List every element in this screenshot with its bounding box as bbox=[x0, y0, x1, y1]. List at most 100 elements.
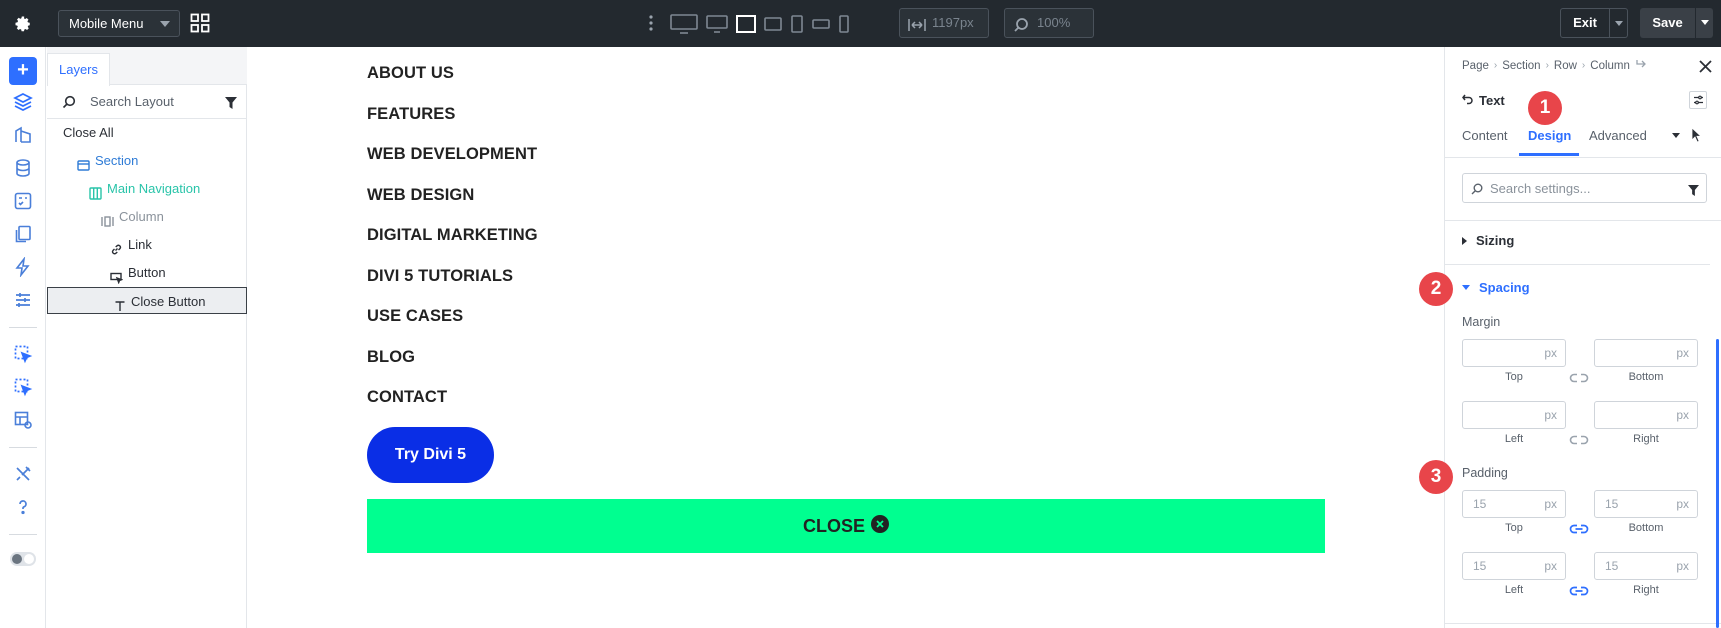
close-all-button[interactable]: Close All bbox=[47, 119, 247, 146]
layer-item-main-navigation[interactable]: Main Navigation bbox=[47, 175, 247, 202]
desktop-wide-icon[interactable] bbox=[670, 11, 698, 37]
hover-mode-icon[interactable] bbox=[11, 375, 35, 399]
desktop-icon[interactable] bbox=[706, 11, 728, 37]
library-icon[interactable] bbox=[11, 123, 35, 147]
padding-left-caption: Left bbox=[1504, 584, 1524, 596]
filter-icon[interactable] bbox=[1688, 183, 1699, 201]
page-select-value: Mobile Menu bbox=[69, 16, 144, 31]
nav-link-blog[interactable]: BLOG bbox=[367, 348, 415, 367]
sizing-group-label: Sizing bbox=[1476, 233, 1515, 248]
exit-options-button[interactable] bbox=[1610, 8, 1628, 38]
add-module-button[interactable]: + bbox=[9, 57, 37, 85]
spacing-group-toggle[interactable]: Spacing bbox=[1462, 280, 1530, 295]
settings-search-input[interactable]: Search settings... bbox=[1462, 173, 1707, 203]
nav-link-features[interactable]: FEATURES bbox=[367, 105, 456, 124]
laptop-active-icon[interactable] bbox=[736, 11, 756, 37]
pages-icon[interactable] bbox=[11, 222, 35, 246]
wireframe-icon[interactable] bbox=[11, 408, 35, 432]
tab-content[interactable]: Content bbox=[1462, 128, 1508, 143]
linked-icon[interactable] bbox=[1569, 584, 1589, 602]
margin-top-input[interactable]: px bbox=[1462, 339, 1566, 367]
nav-link-divi-5-tutorials[interactable]: DIVI 5 TUTORIALS bbox=[367, 267, 513, 286]
page-select[interactable]: Mobile Menu bbox=[58, 10, 180, 37]
help-icon[interactable] bbox=[11, 495, 35, 519]
exit-button[interactable]: Exit bbox=[1560, 8, 1610, 38]
chevron-right-icon: › bbox=[1493, 60, 1498, 71]
unit-label: px bbox=[1544, 497, 1557, 511]
breadcrumb-page[interactable]: Page bbox=[1462, 60, 1489, 72]
database-icon[interactable] bbox=[11, 156, 35, 180]
breadcrumb-section[interactable]: Section bbox=[1502, 60, 1540, 72]
tab-advanced[interactable]: Advanced bbox=[1589, 128, 1647, 143]
layers-icon[interactable] bbox=[11, 90, 35, 114]
more-tabs-chevron-icon[interactable] bbox=[1672, 133, 1680, 138]
close-circle-icon bbox=[871, 514, 889, 538]
canvas-width-input[interactable]: 1197px bbox=[899, 8, 989, 38]
breadcrumb-column[interactable]: Column bbox=[1590, 60, 1630, 72]
settings-search-placeholder: Search settings... bbox=[1490, 181, 1591, 196]
layers-search[interactable]: Search Layout bbox=[47, 85, 247, 119]
margin-bottom-input[interactable]: px bbox=[1594, 339, 1698, 367]
linked-icon[interactable] bbox=[1569, 522, 1589, 540]
tools-icon[interactable] bbox=[11, 462, 35, 486]
grid-icon[interactable] bbox=[190, 13, 210, 33]
layer-item-button[interactable]: Button bbox=[47, 259, 247, 286]
margin-top-caption: Top bbox=[1505, 371, 1523, 383]
return-arrow-icon[interactable] bbox=[1635, 59, 1647, 72]
settings-gear-icon[interactable] bbox=[10, 11, 36, 37]
padding-left-input[interactable]: 15 px bbox=[1462, 552, 1566, 580]
unlinked-icon[interactable] bbox=[1569, 433, 1589, 451]
tab-layers[interactable]: Layers bbox=[47, 53, 110, 86]
nav-link-about-us[interactable]: ABOUT US bbox=[367, 64, 454, 83]
nav-link-digital-marketing[interactable]: DIGITAL MARKETING bbox=[367, 226, 538, 245]
drag-dots-icon[interactable] bbox=[648, 13, 656, 33]
padding-bottom-input[interactable]: 15 px bbox=[1594, 490, 1698, 518]
nav-link-web-design[interactable]: WEB DESIGN bbox=[367, 186, 474, 205]
unlinked-icon[interactable] bbox=[1569, 371, 1589, 389]
padding-top-input[interactable]: 15 px bbox=[1462, 490, 1566, 518]
tablet-landscape-icon[interactable] bbox=[764, 11, 782, 37]
active-tab-indicator bbox=[1519, 153, 1579, 156]
layers-search-placeholder: Search Layout bbox=[90, 94, 174, 109]
phone-portrait-icon[interactable] bbox=[838, 11, 850, 37]
tablet-portrait-icon[interactable] bbox=[790, 11, 804, 37]
padding-bottom-caption: Bottom bbox=[1628, 522, 1664, 534]
presets-icon[interactable] bbox=[11, 189, 35, 213]
phone-landscape-icon[interactable] bbox=[812, 11, 830, 37]
nav-link-use-cases[interactable]: USE CASES bbox=[367, 307, 463, 326]
nav-link-contact[interactable]: CONTACT bbox=[367, 388, 447, 407]
click-mode-icon[interactable] bbox=[11, 342, 35, 366]
lightning-icon[interactable] bbox=[11, 255, 35, 279]
margin-left-input[interactable]: px bbox=[1462, 401, 1566, 429]
save-button[interactable]: Save bbox=[1640, 8, 1695, 38]
theme-toggle[interactable] bbox=[10, 552, 36, 566]
zoom-input[interactable]: 100% bbox=[1004, 8, 1094, 38]
back-arrow-icon[interactable] bbox=[1462, 93, 1473, 108]
panel-options-icon[interactable] bbox=[1689, 91, 1707, 109]
width-arrows-icon bbox=[908, 15, 926, 43]
unit-label: px bbox=[1676, 346, 1689, 360]
module-title: Text bbox=[1462, 93, 1505, 108]
layer-item-link[interactable]: Link bbox=[47, 231, 247, 258]
panel-scrollbar[interactable] bbox=[1716, 339, 1719, 628]
tab-design[interactable]: Design bbox=[1528, 128, 1571, 143]
rail-divider bbox=[9, 534, 37, 535]
layer-item-column[interactable]: Column bbox=[47, 203, 247, 230]
close-button-module[interactable]: CLOSE bbox=[367, 499, 1325, 553]
margin-right-input[interactable]: px bbox=[1594, 401, 1698, 429]
breadcrumb-row[interactable]: Row bbox=[1554, 60, 1577, 72]
layer-item-section[interactable]: Section bbox=[47, 147, 247, 174]
layer-item-close-button[interactable]: Close Button bbox=[47, 287, 247, 314]
padding-right-input[interactable]: 15 px bbox=[1594, 552, 1698, 580]
try-divi-button[interactable]: Try Divi 5 bbox=[367, 427, 494, 483]
search-icon bbox=[62, 95, 76, 114]
chevron-right-icon: › bbox=[1581, 60, 1586, 71]
nav-link-web-development[interactable]: WEB DEVELOPMENT bbox=[367, 145, 537, 164]
margin-bottom-caption: Bottom bbox=[1628, 371, 1664, 383]
save-options-button[interactable] bbox=[1695, 8, 1713, 38]
list-settings-icon[interactable] bbox=[11, 288, 35, 312]
close-icon[interactable] bbox=[1699, 60, 1712, 78]
layer-item-label: Link bbox=[128, 237, 152, 252]
sizing-group-toggle[interactable]: Sizing bbox=[1462, 233, 1514, 248]
filter-icon[interactable] bbox=[225, 96, 237, 114]
